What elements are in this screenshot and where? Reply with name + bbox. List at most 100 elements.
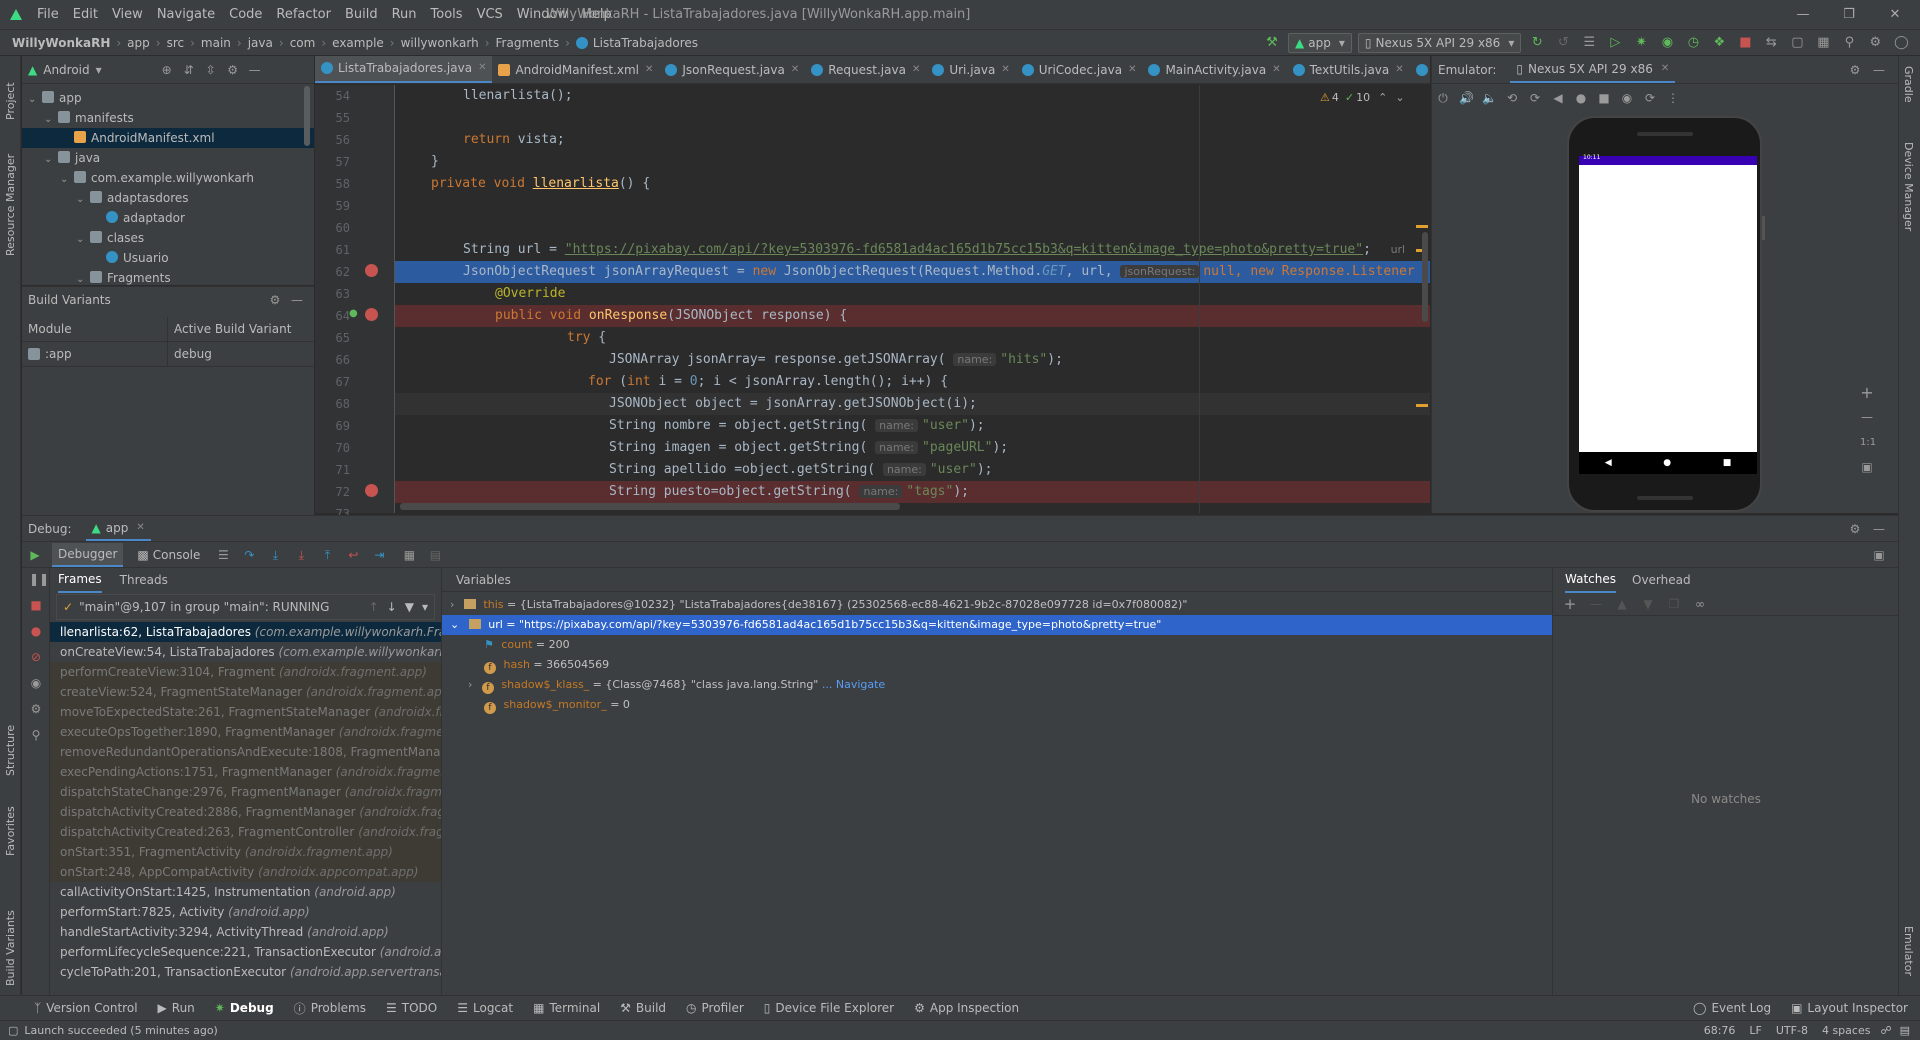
menu-refactor[interactable]: Refactor: [269, 0, 338, 30]
layout-icon[interactable]: ▣: [1872, 548, 1886, 562]
stack-frame[interactable]: execPendingActions:1751, FragmentManager…: [50, 762, 441, 782]
menu-run[interactable]: Run: [385, 0, 424, 30]
tab-sh[interactable]: Sh: [1410, 56, 1430, 83]
chevron-down-icon[interactable]: ⌄: [44, 150, 58, 170]
copy-icon[interactable]: ❐: [1667, 597, 1681, 611]
variable-row-url[interactable]: ⌄ url = "https://pixabay.com/api/?key=53…: [442, 615, 1552, 635]
evaluate-expression-icon[interactable]: ▦: [402, 548, 416, 562]
gear-icon[interactable]: ⚙: [29, 702, 43, 716]
glasses-icon[interactable]: ∞: [1693, 597, 1707, 611]
menu-tools[interactable]: Tools: [424, 0, 470, 30]
stack-frame[interactable]: dispatchStateChange:2976, FragmentManage…: [50, 782, 441, 802]
rotate-right-icon[interactable]: ⟳: [1528, 91, 1542, 105]
navigate-link[interactable]: ... Navigate: [818, 678, 885, 691]
stack-frame[interactable]: onCreateView:54, ListaTrabajadores (com.…: [50, 642, 441, 662]
collapse-all-icon[interactable]: ⇳: [204, 63, 218, 77]
variable-row-monitor[interactable]: f shadow$_monitor_ = 0: [442, 695, 1552, 715]
locate-icon[interactable]: ⊕: [160, 63, 174, 77]
close-icon[interactable]: ✕: [478, 56, 486, 82]
breadcrumb-project[interactable]: WillyWonkaRH: [12, 30, 110, 56]
volume-down-icon[interactable]: 🔈: [1482, 91, 1497, 105]
step-into-icon[interactable]: ⤓: [268, 548, 282, 562]
zoom-fit-icon[interactable]: ▣: [1860, 460, 1874, 474]
stack-frame[interactable]: onStart:248, AppCompatActivity (androidx…: [50, 862, 441, 882]
chevron-up-icon[interactable]: ⌃: [1378, 91, 1387, 104]
snapshot-icon[interactable]: ⟳: [1643, 91, 1657, 105]
tab-jsonrequest[interactable]: JsonRequest.java ✕: [659, 56, 805, 83]
editor-gutter[interactable]: 54 55 56 57 58 59 60 61 62 63 64 65 66 67 68 69 70 71 72 73: [315, 85, 395, 521]
tree-item[interactable]: ⌄ adaptasdores: [22, 188, 314, 208]
chevron-right-icon[interactable]: ›: [450, 598, 454, 611]
tab-uri[interactable]: Uri.java ✕: [926, 56, 1015, 83]
tab-debugger[interactable]: Debugger: [52, 542, 124, 567]
tool-logcat[interactable]: ☰ Logcat: [457, 1001, 513, 1015]
tool-version-control[interactable]: ᛉ Version Control: [34, 1001, 138, 1015]
camera-icon[interactable]: ◉: [1620, 91, 1634, 105]
lock-icon[interactable]: ☍: [1880, 1021, 1891, 1040]
debug-bug-icon[interactable]: ✷: [1631, 33, 1651, 53]
tree-item[interactable]: ⌄ com.example.willywonkarh: [22, 168, 314, 188]
stack-frame[interactable]: dispatchActivityCreated:2886, FragmentMa…: [50, 802, 441, 822]
chevron-down-icon[interactable]: ⌄: [76, 190, 90, 210]
stripe-emulator[interactable]: Emulator: [1902, 926, 1915, 976]
gear-icon[interactable]: ⚙: [1848, 522, 1862, 536]
minimize-button[interactable]: —: [1780, 0, 1826, 30]
code-editor[interactable]: llenarlista(); return vista; } private v…: [395, 85, 1430, 513]
nav-home-icon[interactable]: ●: [1663, 458, 1671, 468]
close-icon[interactable]: ✕: [1272, 56, 1280, 83]
zoom-in-icon[interactable]: +: [1860, 385, 1874, 401]
tool-layout-inspector[interactable]: ▣ Layout Inspector: [1791, 1001, 1908, 1015]
tool-debug[interactable]: ✷ Debug: [215, 1001, 274, 1015]
tab-request[interactable]: Request.java ✕: [805, 56, 926, 83]
breadcrumb-item[interactable]: main: [201, 30, 231, 56]
menu-code[interactable]: Code: [222, 0, 269, 30]
chevron-right-icon[interactable]: ›: [468, 678, 472, 691]
chevron-down-icon[interactable]: ⌄: [76, 230, 90, 250]
stripe-favorites[interactable]: Favorites: [4, 806, 17, 856]
tree-item[interactable]: AndroidManifest.xml: [22, 128, 314, 148]
build-variant-cell[interactable]: debug: [168, 342, 212, 366]
camera-icon[interactable]: ◉: [29, 676, 43, 690]
tree-item[interactable]: ⌄ clases: [22, 228, 314, 248]
apply-code-changes-icon[interactable]: ↺: [1553, 33, 1573, 53]
tool-terminal[interactable]: ▦ Terminal: [533, 1001, 600, 1015]
close-icon[interactable]: ✕: [791, 56, 799, 83]
tab-debug-session[interactable]: ▲ app ✕: [85, 517, 151, 541]
close-icon[interactable]: ✕: [1395, 56, 1403, 83]
more-icon[interactable]: ⋮: [1666, 91, 1680, 105]
menu-lines-icon[interactable]: ☰: [216, 548, 230, 562]
close-icon[interactable]: ✕: [1661, 63, 1669, 74]
horizontal-scrollbar[interactable]: [400, 503, 900, 510]
stripe-build-variants[interactable]: Build Variants: [4, 910, 17, 986]
stripe-structure[interactable]: Structure: [4, 725, 17, 776]
breakpoint-icon[interactable]: [365, 484, 378, 497]
maximize-button[interactable]: ❐: [1826, 0, 1872, 30]
tree-item[interactable]: ⌄ manifests: [22, 108, 314, 128]
stop-icon[interactable]: ■: [1735, 33, 1755, 53]
arrow-up-icon[interactable]: ↑: [369, 600, 379, 614]
chevron-down-icon[interactable]: ▾: [422, 600, 428, 614]
gear-icon[interactable]: ⚙: [1865, 33, 1885, 53]
pin-icon[interactable]: ⚲: [29, 728, 43, 742]
stripe-gradle[interactable]: Gradle: [1902, 66, 1915, 103]
breadcrumb-item[interactable]: example: [332, 30, 384, 56]
error-stripe-marker[interactable]: [1416, 225, 1428, 228]
coverage-icon[interactable]: ◉: [1657, 33, 1677, 53]
remove-icon[interactable]: —: [1589, 597, 1603, 611]
menu-edit[interactable]: Edit: [66, 0, 105, 30]
breadcrumb-item[interactable]: ListaTrabajadores: [593, 30, 698, 56]
hammer-build-icon[interactable]: ⚒: [1262, 33, 1282, 53]
avd-manager-icon[interactable]: ▢: [1787, 33, 1807, 53]
hide-icon[interactable]: —: [290, 293, 304, 307]
tool-run[interactable]: ▶ Run: [158, 1001, 195, 1015]
override-marker-icon[interactable]: ●: [349, 308, 358, 319]
menu-view[interactable]: View: [105, 0, 150, 30]
power-icon[interactable]: ⏻: [1436, 91, 1450, 105]
run-config-select[interactable]: ▲ app ▾: [1288, 33, 1352, 53]
thread-select[interactable]: ✓ "main"@9,107 in group "main": RUNNING …: [56, 594, 435, 620]
tab-mainactivity[interactable]: MainActivity.java ✕: [1142, 56, 1286, 83]
profile-icon[interactable]: ◷: [1683, 33, 1703, 53]
run-to-cursor-icon[interactable]: ⇥: [372, 548, 386, 562]
stop-icon[interactable]: ■: [29, 598, 43, 612]
overview-icon[interactable]: ■: [1597, 91, 1611, 105]
